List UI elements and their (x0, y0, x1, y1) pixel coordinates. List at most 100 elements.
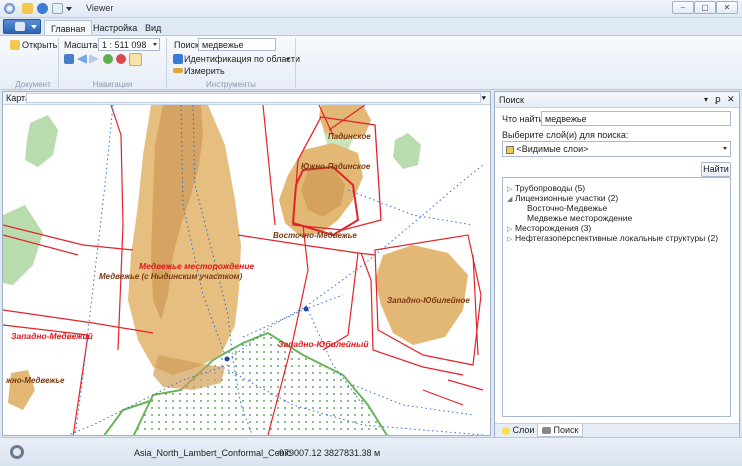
tree-node-label: Лицензионные участки (2) (515, 193, 619, 203)
binoculars-icon (542, 427, 551, 435)
tree-node-licenses[interactable]: ◢ Лицензионные участки (2) (507, 193, 618, 203)
projection-name: Asia_North_Lambert_Conformal_Conic (134, 448, 292, 458)
green-area (3, 205, 43, 285)
layers-select[interactable]: <Видимые слои> (502, 141, 731, 157)
tree-node-fields[interactable]: ▷ Месторождения (3) (507, 223, 591, 233)
info-icon[interactable] (37, 3, 48, 14)
label-yuzhno-medvezhe: жно-Медвежье (5, 376, 65, 385)
tab-search-label: Поиск (553, 425, 579, 435)
coordinate-x: -979007.12 (276, 448, 322, 458)
chevron-down-icon (723, 147, 727, 150)
minimize-button[interactable]: – (672, 1, 694, 14)
open-button[interactable]: Открыть (22, 40, 57, 50)
layers-label: Выберите слой(и) для поиска: (502, 130, 629, 140)
tree-node-label: Нефтегазоперспективные локальные структу… (515, 233, 719, 243)
tab-home[interactable]: Главная (44, 20, 93, 36)
label-vostochno-medvezhe: Восточно-Медвежье (273, 231, 357, 240)
search-label: Поиск (174, 40, 199, 50)
pan-hand-icon[interactable] (129, 53, 142, 66)
application-menu-button[interactable] (3, 19, 41, 34)
close-icon[interactable]: ✕ (727, 94, 735, 105)
label-zapadno-yubileinoe: Западно-Юбилейное (387, 296, 470, 305)
group-label-navigation: Навигация (92, 80, 133, 89)
coordinate-y: 3827831.38 м (324, 448, 381, 458)
green-area (393, 133, 421, 169)
scale-label: Масштаб (64, 40, 103, 50)
status-bar: Asia_North_Lambert_Conformal_Conic -9790… (0, 437, 742, 466)
group-divider (295, 38, 296, 88)
label-zapadno-medvezhiy: Западно-Медвежий (11, 331, 94, 341)
open-folder-icon[interactable] (22, 3, 33, 14)
expand-arrow-icon[interactable]: ▷ (507, 235, 515, 243)
group-divider (166, 38, 167, 88)
expand-arrow-icon[interactable]: ▷ (507, 185, 515, 193)
tree-leaf-medvezhe-field[interactable]: Медвежье месторождение (527, 213, 632, 223)
progress-spinner-icon (10, 445, 24, 459)
pane-menu-icon[interactable]: ⯆ (481, 94, 487, 104)
find-value: медвежье (545, 114, 587, 124)
label-yuzhno-padinskoe: Южно-Падинское (301, 162, 371, 171)
layers-value: <Видимые слои> (516, 144, 589, 154)
identify-icon (173, 54, 183, 64)
pane-tabs: Слои Поиск (495, 423, 739, 437)
document-icon[interactable] (52, 3, 63, 14)
find-button-label: Найти (703, 164, 729, 174)
tab-search[interactable]: Поиск (537, 424, 584, 437)
collapse-arrow-icon[interactable]: ◢ (507, 195, 515, 203)
tab-settings[interactable]: Настройка (87, 20, 143, 36)
chevron-down-icon (31, 25, 37, 29)
find-button[interactable]: Найти (701, 162, 731, 177)
quick-access-dropdown-icon[interactable] (66, 7, 72, 11)
measure-button[interactable]: Измерить (184, 66, 225, 76)
tree-node-structures[interactable]: ▷ Нефтегазоперспективные локальные структ… (507, 233, 718, 243)
pipeline-node (224, 356, 230, 362)
search-results-tree: ▷ Трубопроводы (5) ◢ Лицензионные участки … (502, 177, 731, 417)
ruler-icon (173, 68, 183, 73)
group-label-document: Документ (15, 80, 51, 89)
map-canvas[interactable]: Падинское Южно-Падинское Восточно-Медвеж… (3, 105, 491, 436)
group-divider (58, 38, 59, 88)
search-value: медвежье (202, 40, 244, 50)
tree-leaf-vostochno-medvezhe[interactable]: Восточно-Медвежье (527, 203, 607, 213)
map-layer-field[interactable] (26, 93, 481, 103)
ribbon-panel: Открыть Документ Масштаб 1 : 511 098 Нав… (0, 35, 742, 90)
tree-leaf-label: Восточно-Медвежье (527, 203, 608, 213)
pipeline-node (303, 306, 309, 312)
chevron-down-icon (153, 43, 157, 46)
window-title: Viewer (86, 3, 114, 13)
application-menu-icon (15, 22, 25, 31)
pane-menu-icon[interactable]: ▾ (704, 95, 708, 104)
label-medvezhe-field: Медвежье месторождение (139, 261, 254, 271)
layers-tab-icon (502, 426, 510, 435)
chevron-down-icon[interactable] (286, 58, 290, 61)
zoom-in-icon[interactable] (103, 54, 113, 64)
tree-node-pipelines[interactable]: ▷ Трубопроводы (5) (507, 183, 585, 193)
open-icon (10, 40, 20, 50)
tab-layers-label: Слои (512, 425, 535, 435)
expand-arrow-icon[interactable]: ▷ (507, 225, 515, 233)
layers-icon (506, 145, 514, 154)
search-pane-header: Поиск ▾ ꝑ ✕ (495, 92, 739, 108)
identify-by-area-button[interactable]: Идентификация по области (184, 54, 300, 64)
scale-combo[interactable]: 1 : 511 098 (98, 38, 160, 51)
pin-icon[interactable]: ꝑ (715, 94, 721, 105)
back-arrow-icon[interactable] (77, 54, 87, 64)
tab-view[interactable]: Вид (139, 20, 167, 36)
full-extent-icon[interactable] (64, 54, 74, 64)
maximize-button[interactable]: ▢ (694, 1, 716, 14)
find-label: Что найти: (502, 114, 547, 124)
scale-value: 1 : 511 098 (102, 40, 147, 50)
tab-layers[interactable]: Слои (498, 424, 538, 437)
green-area (25, 115, 58, 167)
label-padinskoe: Падинское (328, 132, 371, 141)
title-bar: Viewer – ▢ ✕ (0, 0, 742, 18)
ribbon-tab-row: Главная Настройка Вид (0, 18, 742, 36)
search-input[interactable]: медвежье (198, 38, 276, 51)
find-input[interactable]: медвежье (541, 111, 731, 126)
close-button[interactable]: ✕ (716, 1, 738, 14)
label-zapadno-yubileiny: Западно-Юбилейный (278, 339, 369, 349)
zoom-out-icon[interactable] (116, 54, 126, 64)
map-pane: Карта ⯆ Падинское Южно-Падинское Восточн… (2, 91, 491, 436)
tree-node-label: Месторождения (3) (515, 223, 592, 233)
forward-arrow-icon[interactable] (89, 54, 99, 64)
